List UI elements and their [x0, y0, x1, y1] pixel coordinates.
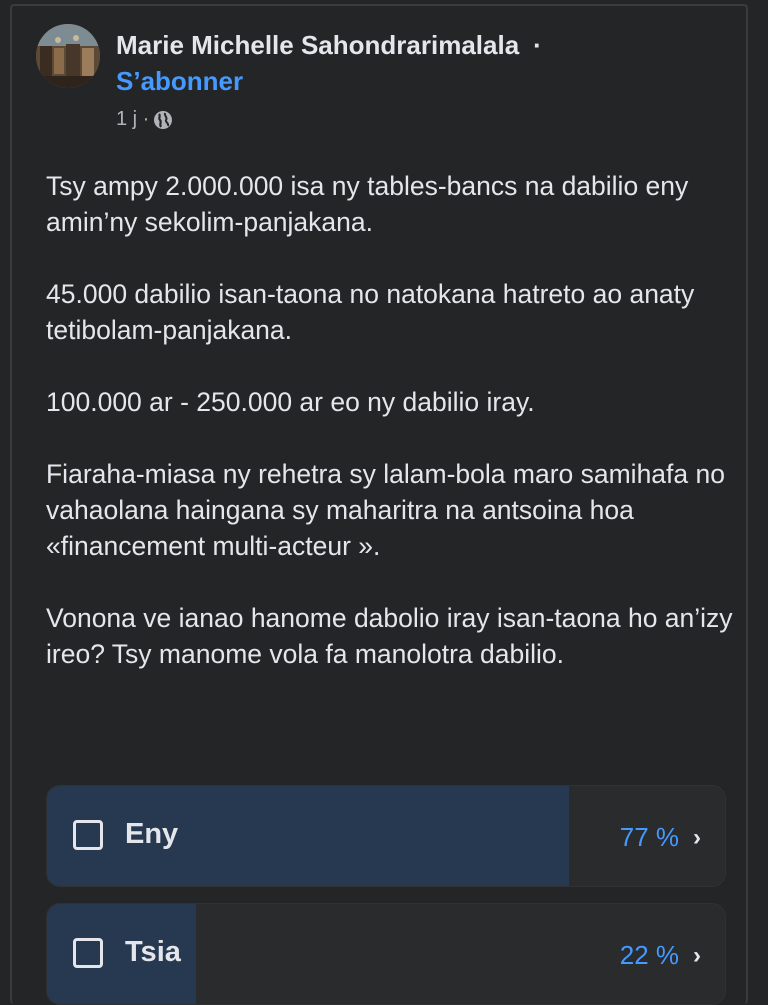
follow-button[interactable]: S’abonner — [116, 66, 243, 97]
author-name-line: Marie Michelle Sahondrarimalala · — [116, 30, 542, 61]
poll-option-percent: 22 % — [619, 940, 679, 970]
author-separator: · — [533, 30, 542, 60]
checkbox-icon[interactable] — [73, 820, 103, 850]
post-body: Tsy ampy 2.000.000 isa ny tables-bancs n… — [46, 168, 736, 708]
poll-option-eny[interactable]: Eny 77 % › — [46, 785, 726, 887]
post-meta: 1 j · — [116, 108, 173, 131]
post-paragraph: 45.000 dabilio isan-taona no natokana ha… — [46, 279, 695, 345]
author-avatar[interactable] — [36, 24, 100, 88]
checkbox-icon[interactable] — [73, 938, 103, 968]
post-paragraph: Tsy ampy 2.000.000 isa ny tables-bancs n… — [46, 171, 689, 237]
poll-option-label: Tsia — [125, 936, 181, 968]
poll-option-tsia[interactable]: Tsia 22 % › — [46, 903, 726, 1005]
poll-option-percent: 77 % — [619, 822, 679, 852]
globe-icon — [153, 110, 173, 130]
post-paragraph: Vonona ve ianao hanome dabolio iray isan… — [46, 603, 733, 669]
post-time[interactable]: 1 j · — [116, 108, 149, 131]
chevron-right-icon[interactable]: › — [693, 942, 701, 970]
post-paragraph: 100.000 ar - 250.000 ar eo ny dabilio ir… — [46, 387, 535, 417]
chevron-right-icon[interactable]: › — [693, 824, 701, 852]
post-header: Marie Michelle Sahondrarimalala · S’abonn… — [36, 24, 736, 144]
author-name[interactable]: Marie Michelle Sahondrarimalala — [116, 30, 519, 60]
post-paragraph: Fiaraha-miasa ny rehetra sy lalam-bola m… — [46, 459, 725, 561]
poll-option-label: Eny — [125, 818, 179, 850]
